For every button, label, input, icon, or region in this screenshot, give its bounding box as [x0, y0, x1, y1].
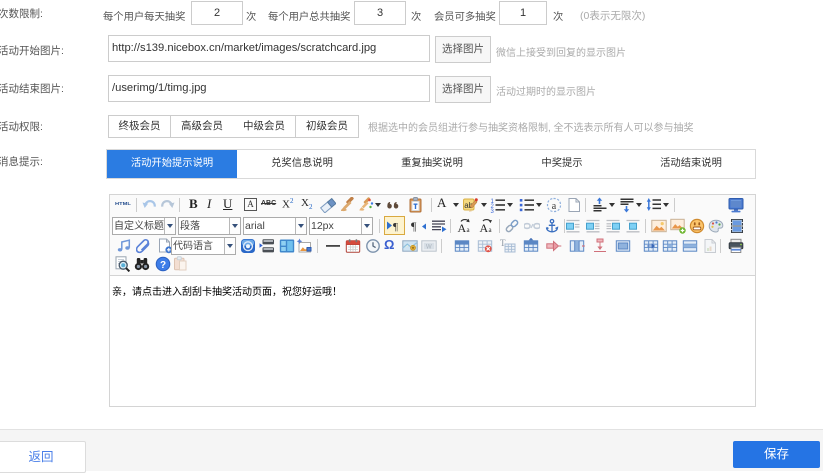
svg-text:¶: ¶	[411, 219, 417, 233]
svg-text:W: W	[426, 245, 432, 251]
svg-text:a: a	[467, 226, 471, 234]
svg-text:a: a	[552, 201, 557, 212]
svg-text:A: A	[480, 221, 489, 234]
svg-text:3: 3	[491, 209, 495, 213]
svg-text:?: ?	[160, 260, 166, 271]
svg-text:a: a	[489, 226, 493, 234]
svg-text:¶: ¶	[393, 221, 398, 233]
svg-text:A: A	[458, 221, 467, 234]
